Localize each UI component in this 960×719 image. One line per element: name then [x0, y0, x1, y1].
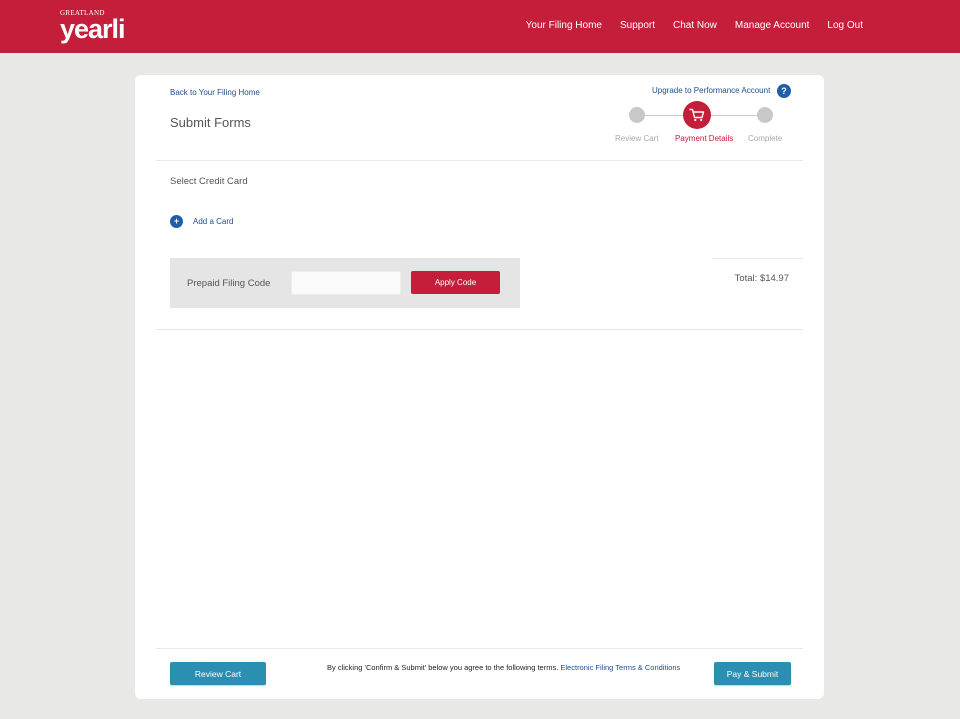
step-label-payment-details: Payment Details: [675, 134, 734, 143]
back-to-filing-home-link[interactable]: Back to Your Filing Home: [170, 88, 260, 97]
nav-log-out[interactable]: Log Out: [827, 20, 863, 31]
review-cart-button[interactable]: Review Cart: [170, 662, 266, 685]
step-complete-dot: [757, 107, 773, 123]
logo-yearli-text: yearli: [60, 14, 126, 44]
prepaid-filing-code-label: Prepaid Filing Code: [187, 278, 271, 289]
plus-circle-icon: +: [170, 215, 183, 228]
main-nav: Your Filing Home Support Chat Now Manage…: [526, 20, 863, 31]
step-label-complete: Complete: [748, 134, 783, 143]
header-divider: [156, 160, 803, 161]
submit-forms-card: Back to Your Filing Home Submit Forms Up…: [135, 75, 824, 699]
prepaid-filing-code-panel: Prepaid Filing Code Apply Code: [170, 258, 520, 308]
yearli-logo[interactable]: GREATLAND yearli: [60, 9, 126, 44]
pay-and-submit-button[interactable]: Pay & Submit: [714, 662, 791, 685]
checkout-stepper: Review Cart Payment Details Complete: [605, 101, 805, 151]
add-card-label: Add a Card: [193, 217, 234, 226]
select-credit-card-heading: Select Credit Card: [170, 176, 248, 187]
apply-code-button[interactable]: Apply Code: [411, 271, 500, 294]
upgrade-account-link[interactable]: Upgrade to Performance Account: [652, 86, 770, 95]
page-title: Submit Forms: [170, 115, 251, 130]
content-divider: [156, 329, 803, 330]
prepaid-filing-code-input[interactable]: [291, 271, 401, 295]
terms-text: By clicking 'Confirm & Submit' below you…: [327, 663, 559, 672]
step-payment-details-dot: [683, 101, 711, 129]
question-circle-icon[interactable]: ?: [777, 84, 791, 98]
footer-divider: [156, 648, 803, 649]
shopping-cart-icon: [689, 108, 705, 122]
terms-notice: By clicking 'Confirm & Submit' below you…: [327, 663, 680, 672]
nav-chat-now[interactable]: Chat Now: [673, 20, 717, 31]
top-navigation-bar: GREATLAND yearli Your Filing Home Suppor…: [0, 0, 960, 53]
step-label-review-cart: Review Cart: [615, 134, 659, 143]
nav-support[interactable]: Support: [620, 20, 655, 31]
add-card-button[interactable]: + Add a Card: [170, 215, 233, 228]
step-review-cart-dot: [629, 107, 645, 123]
terms-conditions-link[interactable]: Electronic Filing Terms & Conditions: [560, 663, 680, 672]
order-total: Total: $14.97: [734, 273, 789, 284]
nav-your-filing-home[interactable]: Your Filing Home: [526, 20, 602, 31]
total-divider: [712, 258, 803, 259]
nav-manage-account[interactable]: Manage Account: [735, 20, 810, 31]
